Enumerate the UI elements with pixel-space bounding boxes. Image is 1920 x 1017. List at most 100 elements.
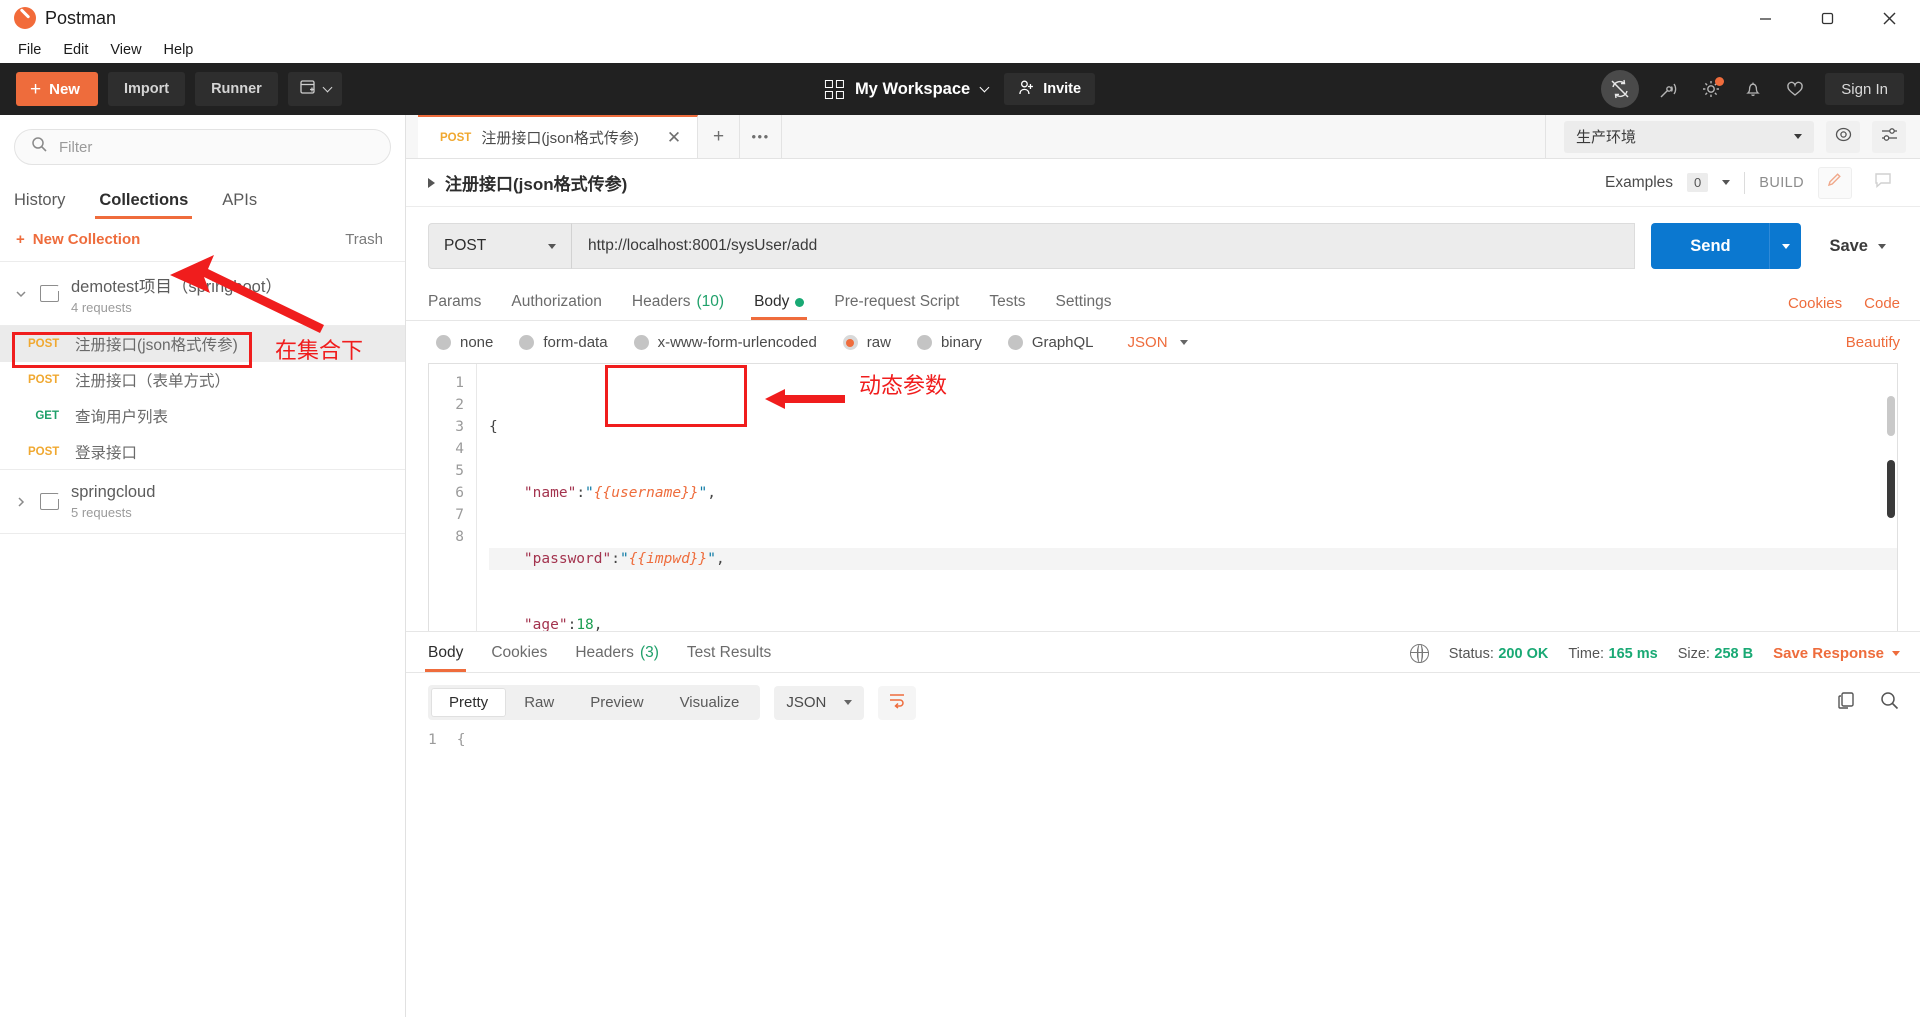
body-type-label: x-www-form-urlencoded bbox=[657, 334, 817, 351]
workspace-selector[interactable]: My Workspace bbox=[824, 79, 990, 99]
open-request-tab[interactable]: POST 注册接口(json格式传参) ✕ bbox=[418, 115, 699, 158]
tab-settings[interactable]: Settings bbox=[1056, 293, 1112, 320]
url-input[interactable]: http://localhost:8001/sysUser/add bbox=[571, 223, 1636, 269]
bell-icon[interactable] bbox=[1741, 77, 1765, 101]
menu-view[interactable]: View bbox=[100, 39, 151, 61]
request-item-register-form[interactable]: POST 注册接口（表单方式） bbox=[0, 362, 405, 398]
caret-down-icon bbox=[1179, 340, 1188, 345]
divider bbox=[1744, 171, 1746, 194]
chevron-right-icon[interactable] bbox=[14, 496, 28, 508]
url-row: POST http://localhost:8001/sysUser/add S… bbox=[406, 207, 1920, 283]
send-options-button[interactable] bbox=[1769, 223, 1802, 269]
runner-button[interactable]: Runner bbox=[195, 72, 278, 106]
minimize-button[interactable] bbox=[1734, 0, 1796, 36]
view-mode-preview[interactable]: Preview bbox=[572, 688, 661, 717]
response-tab-cookies[interactable]: Cookies bbox=[491, 644, 547, 672]
import-button[interactable]: Import bbox=[107, 72, 186, 106]
body-type-binary[interactable]: binary bbox=[916, 334, 982, 351]
editor-scrollbar-thumb-secondary[interactable] bbox=[1887, 460, 1895, 518]
editor-content[interactable]: { "name":"{{username}}", "password":"{{i… bbox=[477, 364, 1897, 631]
close-icon[interactable]: ✕ bbox=[649, 128, 681, 148]
tab-pre-request-script[interactable]: Pre-request Script bbox=[834, 293, 959, 320]
tab-tests[interactable]: Tests bbox=[989, 293, 1025, 320]
response-view-controls: Pretty Raw Preview Visualize JSON bbox=[406, 673, 1920, 732]
save-button[interactable]: Save bbox=[1815, 223, 1900, 269]
save-response-button[interactable]: Save Response bbox=[1773, 645, 1900, 662]
response-tab-body[interactable]: Body bbox=[424, 644, 467, 672]
chevron-down-icon[interactable] bbox=[14, 288, 28, 300]
sidebar-tab-collections[interactable]: Collections bbox=[95, 191, 193, 219]
menu-help[interactable]: Help bbox=[154, 39, 204, 61]
environment-select[interactable]: 生产环境 bbox=[1564, 120, 1814, 153]
close-button[interactable] bbox=[1858, 0, 1920, 36]
examples-label: Examples bbox=[1604, 173, 1674, 191]
body-type-graphql[interactable]: GraphQL bbox=[1007, 334, 1094, 351]
body-type-raw[interactable]: raw bbox=[842, 334, 891, 351]
collection-row-demotest[interactable]: demotest项目（springboot） 4 requests bbox=[0, 262, 405, 326]
invite-button[interactable]: Invite bbox=[1004, 73, 1096, 105]
tab-options-button[interactable]: ••• bbox=[740, 115, 783, 158]
satellite-icon[interactable] bbox=[1657, 77, 1681, 101]
response-format-select[interactable]: JSON bbox=[774, 685, 865, 720]
cookies-link[interactable]: Cookies bbox=[1788, 295, 1842, 312]
beautify-button[interactable]: Beautify bbox=[1846, 334, 1900, 351]
caret-down-icon[interactable] bbox=[1722, 180, 1731, 185]
comment-button[interactable] bbox=[1866, 167, 1900, 199]
sidebar-tab-history[interactable]: History bbox=[14, 191, 65, 219]
grid-icon bbox=[824, 79, 844, 99]
maximize-button[interactable] bbox=[1796, 0, 1858, 36]
triangle-right-icon[interactable] bbox=[428, 177, 435, 188]
response-tab-headers[interactable]: Headers (3) bbox=[575, 644, 659, 672]
word-wrap-icon bbox=[887, 691, 907, 714]
collection-row-springcloud[interactable]: springcloud 5 requests bbox=[0, 470, 405, 534]
response-line-number: 1 bbox=[428, 732, 437, 748]
trash-button[interactable]: Trash bbox=[345, 231, 383, 248]
filter-input[interactable]: Filter bbox=[14, 129, 391, 165]
body-type-urlencoded[interactable]: x-www-form-urlencoded bbox=[633, 334, 817, 351]
new-collection-button[interactable]: + New Collection bbox=[16, 231, 140, 248]
sidebar-tab-apis[interactable]: APIs bbox=[222, 191, 257, 219]
body-type-form-data[interactable]: form-data bbox=[519, 334, 608, 351]
heart-icon[interactable] bbox=[1783, 77, 1807, 101]
tab-authorization[interactable]: Authorization bbox=[511, 293, 601, 320]
tab-headers[interactable]: Headers (10) bbox=[632, 293, 724, 320]
search-icon[interactable] bbox=[1879, 690, 1900, 716]
edit-button[interactable] bbox=[1818, 166, 1852, 199]
gear-icon[interactable] bbox=[1699, 77, 1725, 101]
new-window-icon bbox=[299, 78, 317, 100]
body-type-none[interactable]: none bbox=[436, 334, 493, 351]
http-method-select[interactable]: POST bbox=[428, 223, 571, 269]
sync-off-icon[interactable] bbox=[1601, 70, 1640, 108]
tab-params[interactable]: Params bbox=[428, 293, 481, 320]
raw-format-select[interactable]: JSON bbox=[1128, 334, 1188, 351]
copy-icon[interactable] bbox=[1836, 690, 1857, 716]
sign-in-button[interactable]: Sign In bbox=[1825, 73, 1904, 105]
size-label: Size: bbox=[1677, 645, 1710, 662]
word-wrap-button[interactable] bbox=[878, 685, 917, 720]
new-tab-button[interactable]: + bbox=[698, 115, 741, 158]
sidebar-tabs: History Collections APIs bbox=[0, 175, 405, 219]
environment-quick-look-button[interactable] bbox=[1826, 120, 1860, 153]
request-item-user-list[interactable]: GET 查询用户列表 bbox=[0, 398, 405, 434]
open-new-window-button[interactable] bbox=[287, 72, 342, 106]
line-number: 7 bbox=[455, 507, 464, 523]
request-body-editor[interactable]: 1 2 3 4 5 6 7 8 { "name":"{{username}}",… bbox=[428, 363, 1898, 631]
response-tab-test-results[interactable]: Test Results bbox=[687, 644, 771, 672]
view-mode-pretty[interactable]: Pretty bbox=[431, 688, 507, 717]
menu-edit[interactable]: Edit bbox=[53, 39, 98, 61]
sidebar: Filter History Collections APIs + New Co… bbox=[0, 115, 406, 1017]
request-item-login[interactable]: POST 登录接口 bbox=[0, 434, 405, 470]
line-number: 4 bbox=[455, 441, 464, 457]
menu-file[interactable]: File bbox=[8, 39, 51, 61]
view-mode-raw[interactable]: Raw bbox=[506, 688, 572, 717]
build-label[interactable]: BUILD bbox=[1759, 175, 1804, 191]
view-mode-visualize[interactable]: Visualize bbox=[662, 688, 758, 717]
new-button[interactable]: + New bbox=[16, 72, 98, 106]
page-title: 注册接口(json格式传参) bbox=[445, 175, 628, 194]
collection-request-count: 4 requests bbox=[71, 299, 132, 315]
environment-settings-button[interactable] bbox=[1872, 120, 1906, 153]
send-button[interactable]: Send bbox=[1651, 223, 1770, 269]
code-link[interactable]: Code bbox=[1864, 295, 1900, 312]
editor-scrollbar-thumb[interactable] bbox=[1887, 396, 1895, 436]
tab-body[interactable]: Body bbox=[751, 293, 808, 320]
